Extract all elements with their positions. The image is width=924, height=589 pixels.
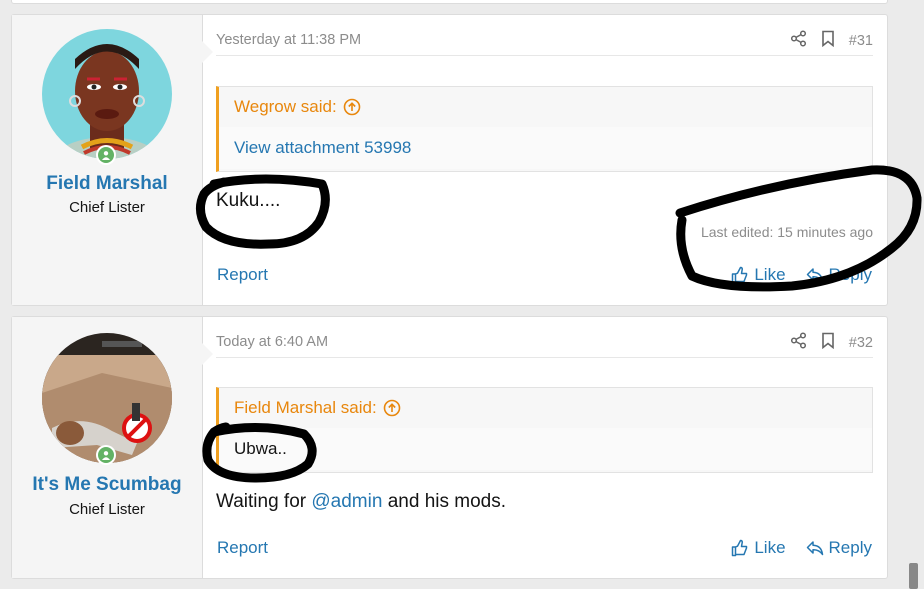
reply-icon	[806, 541, 823, 556]
reply-button[interactable]: Reply	[806, 538, 872, 558]
thumbs-up-icon	[732, 266, 748, 284]
user-title: Chief Lister	[69, 199, 145, 216]
attachment-link[interactable]: View attachment 53998	[234, 138, 411, 158]
share-icon[interactable]	[790, 30, 807, 51]
like-button[interactable]: Like	[731, 265, 786, 285]
reply-label: Reply	[828, 265, 872, 284]
online-status-icon	[96, 445, 116, 465]
message-text: Kuku....	[216, 190, 281, 211]
user-title: Chief Lister	[69, 501, 145, 518]
meta-divider	[216, 357, 873, 358]
avatar[interactable]	[42, 333, 172, 463]
mention-link[interactable]: @admin	[311, 491, 382, 512]
quote-author[interactable]: Field Marshal said:	[234, 398, 377, 418]
like-label: Like	[754, 265, 786, 284]
quote-text: Ubwa..	[234, 439, 287, 458]
quote-header[interactable]: Field Marshal said:	[219, 388, 872, 428]
share-icon[interactable]	[790, 332, 807, 353]
post-date[interactable]: Yesterday at 11:38 PM	[216, 32, 361, 48]
previous-post-edge	[11, 0, 888, 4]
post-number[interactable]: #32	[849, 335, 873, 351]
last-edited[interactable]: Last edited: 15 minutes ago	[701, 224, 873, 240]
post-number[interactable]: #31	[849, 33, 873, 49]
quote-block: Field Marshal said: Ubwa..	[216, 387, 873, 473]
username[interactable]: Field Marshal	[12, 173, 202, 195]
arrow-up-circle-icon[interactable]	[383, 399, 401, 417]
meta-divider	[216, 55, 873, 56]
message-text-after: and his mods.	[382, 491, 507, 512]
report-link[interactable]: Report	[217, 538, 268, 558]
arrow-up-circle-icon[interactable]	[343, 98, 361, 116]
post-date[interactable]: Today at 6:40 AM	[216, 334, 328, 350]
user-pane: It's Me Scumbag Chief Lister	[12, 317, 213, 578]
post-meta-actions: #31	[790, 30, 873, 51]
online-status-icon	[96, 145, 116, 165]
bookmark-icon[interactable]	[821, 332, 835, 353]
post-actions: Like Reply	[731, 538, 872, 558]
report-link[interactable]: Report	[217, 265, 268, 285]
post-actions: Like Reply	[731, 265, 872, 285]
reply-icon	[806, 268, 823, 283]
post-32: It's Me Scumbag Chief Lister Today at 6:…	[11, 316, 888, 579]
reply-label: Reply	[828, 538, 872, 557]
username[interactable]: It's Me Scumbag	[12, 474, 202, 496]
quote-body: Ubwa..	[219, 428, 872, 470]
post-31: Field Marshal Chief Lister Yesterday at …	[11, 14, 888, 306]
user-pane: Field Marshal Chief Lister	[12, 15, 213, 305]
message-text-before: Waiting for	[216, 491, 312, 512]
quote-header[interactable]: Wegrow said:	[219, 87, 872, 127]
quote-author[interactable]: Wegrow said:	[234, 97, 337, 117]
quote-body: View attachment 53998	[219, 127, 872, 169]
quote-block: Wegrow said: View attachment 53998	[216, 86, 873, 172]
avatar[interactable]	[42, 29, 172, 159]
thumbs-up-icon	[732, 539, 748, 557]
like-button[interactable]: Like	[731, 538, 786, 558]
like-label: Like	[754, 538, 786, 557]
bookmark-icon[interactable]	[821, 30, 835, 51]
reply-button[interactable]: Reply	[806, 265, 872, 285]
post-meta-actions: #32	[790, 332, 873, 353]
message-text: Waiting for @admin and his mods.	[216, 491, 506, 513]
scrollbar-thumb[interactable]	[909, 563, 918, 589]
